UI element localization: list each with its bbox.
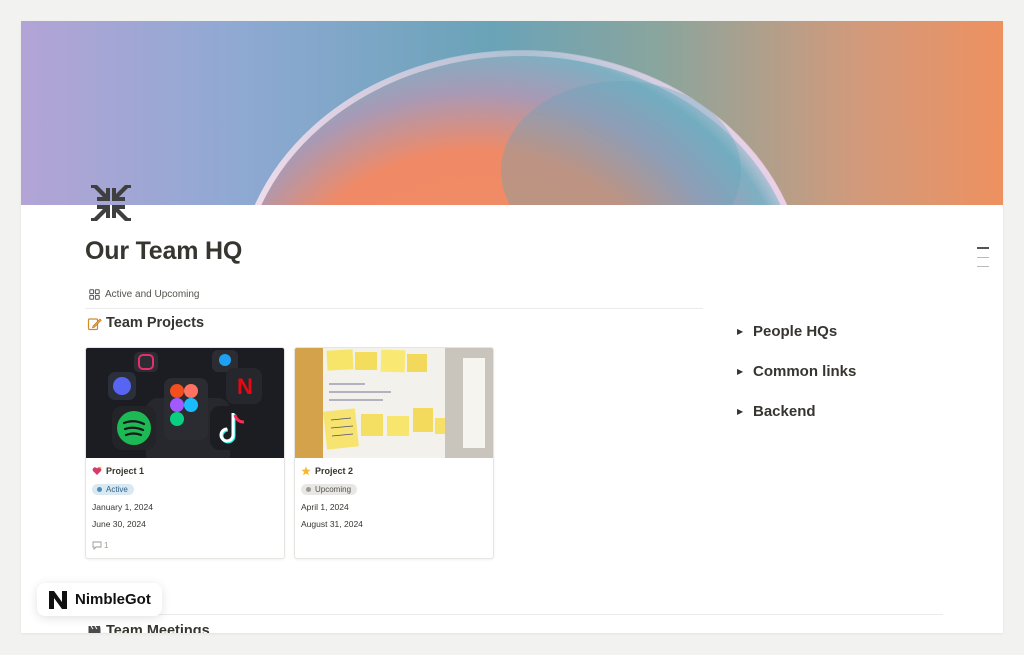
status-dot xyxy=(306,487,311,492)
card-title[interactable]: Project 1 xyxy=(92,466,144,476)
star-icon xyxy=(301,466,311,476)
toggle-people-hqs[interactable]: ▶ People HQs xyxy=(737,321,856,341)
status-badge: Upcoming xyxy=(301,484,358,495)
card-cover-image xyxy=(295,348,493,458)
collapse-arrows-icon[interactable] xyxy=(87,179,135,227)
watermark-badge: NimbleGot xyxy=(37,583,162,616)
end-date: August 31, 2024 xyxy=(301,519,363,529)
nimblegot-logo-icon xyxy=(49,590,67,609)
toggle-triangle-icon[interactable]: ▶ xyxy=(737,367,745,376)
status-dot xyxy=(97,487,102,492)
comment-count-text: 1 xyxy=(104,541,109,550)
outline-line xyxy=(977,256,989,258)
page-title[interactable]: Our Team HQ xyxy=(85,237,242,266)
status-text: Upcoming xyxy=(315,485,352,494)
gradient-sphere-artwork xyxy=(254,50,788,205)
divider xyxy=(85,614,943,615)
database-heading-text: Team Projects xyxy=(106,315,205,331)
clapper-board-icon xyxy=(88,625,101,633)
toggle-common-links[interactable]: ▶ Common links xyxy=(737,361,856,381)
end-date: June 30, 2024 xyxy=(92,519,146,529)
svg-text:N: N xyxy=(237,374,253,399)
toggle-label: Common links xyxy=(753,362,857,380)
start-date: January 1, 2024 xyxy=(92,502,153,512)
gallery-view-icon xyxy=(89,289,100,300)
start-date: April 1, 2024 xyxy=(301,502,349,512)
database-heading[interactable]: Team Projects xyxy=(87,315,204,331)
app-logos-image: N xyxy=(86,348,284,458)
toggle-label: Backend xyxy=(753,402,816,420)
outline-line xyxy=(977,265,989,267)
comment-count[interactable]: 1 xyxy=(92,541,108,550)
page-cover-image[interactable] xyxy=(21,21,1003,205)
notion-page: Our Team HQ Active and Upcoming Team Pro… xyxy=(21,21,1003,633)
database-view-tab[interactable]: Active and Upcoming xyxy=(89,289,200,300)
gallery-card[interactable]: Project 2 Upcoming April 1, 2024 August … xyxy=(294,347,494,559)
divider xyxy=(85,308,703,309)
toggle-triangle-icon[interactable]: ▶ xyxy=(737,407,745,416)
toggle-label: People HQs xyxy=(753,322,838,340)
table-of-contents-outline[interactable] xyxy=(977,247,989,275)
card-title-text: Project 2 xyxy=(315,466,354,476)
toggle-triangle-icon[interactable]: ▶ xyxy=(737,327,745,336)
status-text: Active xyxy=(106,485,128,494)
card-title[interactable]: Project 2 xyxy=(301,466,353,476)
database-heading-text: Team Meetings xyxy=(106,623,210,633)
view-label: Active and Upcoming xyxy=(105,289,200,300)
database-heading[interactable]: Team Meetings xyxy=(87,623,210,633)
toggle-list: ▶ People HQs ▶ Common links ▶ Backend xyxy=(737,321,856,441)
status-badge: Active xyxy=(92,484,134,495)
toggle-backend[interactable]: ▶ Backend xyxy=(737,401,856,421)
memo-pencil-icon xyxy=(87,317,102,330)
sticky-notes-board-image xyxy=(295,348,493,458)
outline-line xyxy=(977,247,989,249)
gallery-card[interactable]: N Project 1 Active January 1, 2024 June … xyxy=(85,347,285,559)
card-title-text: Project 1 xyxy=(106,466,145,476)
watermark-name: NimbleGot xyxy=(75,591,151,608)
comment-icon xyxy=(92,541,102,550)
card-cover-image: N xyxy=(86,348,284,458)
sparkling-heart-icon xyxy=(92,466,102,475)
